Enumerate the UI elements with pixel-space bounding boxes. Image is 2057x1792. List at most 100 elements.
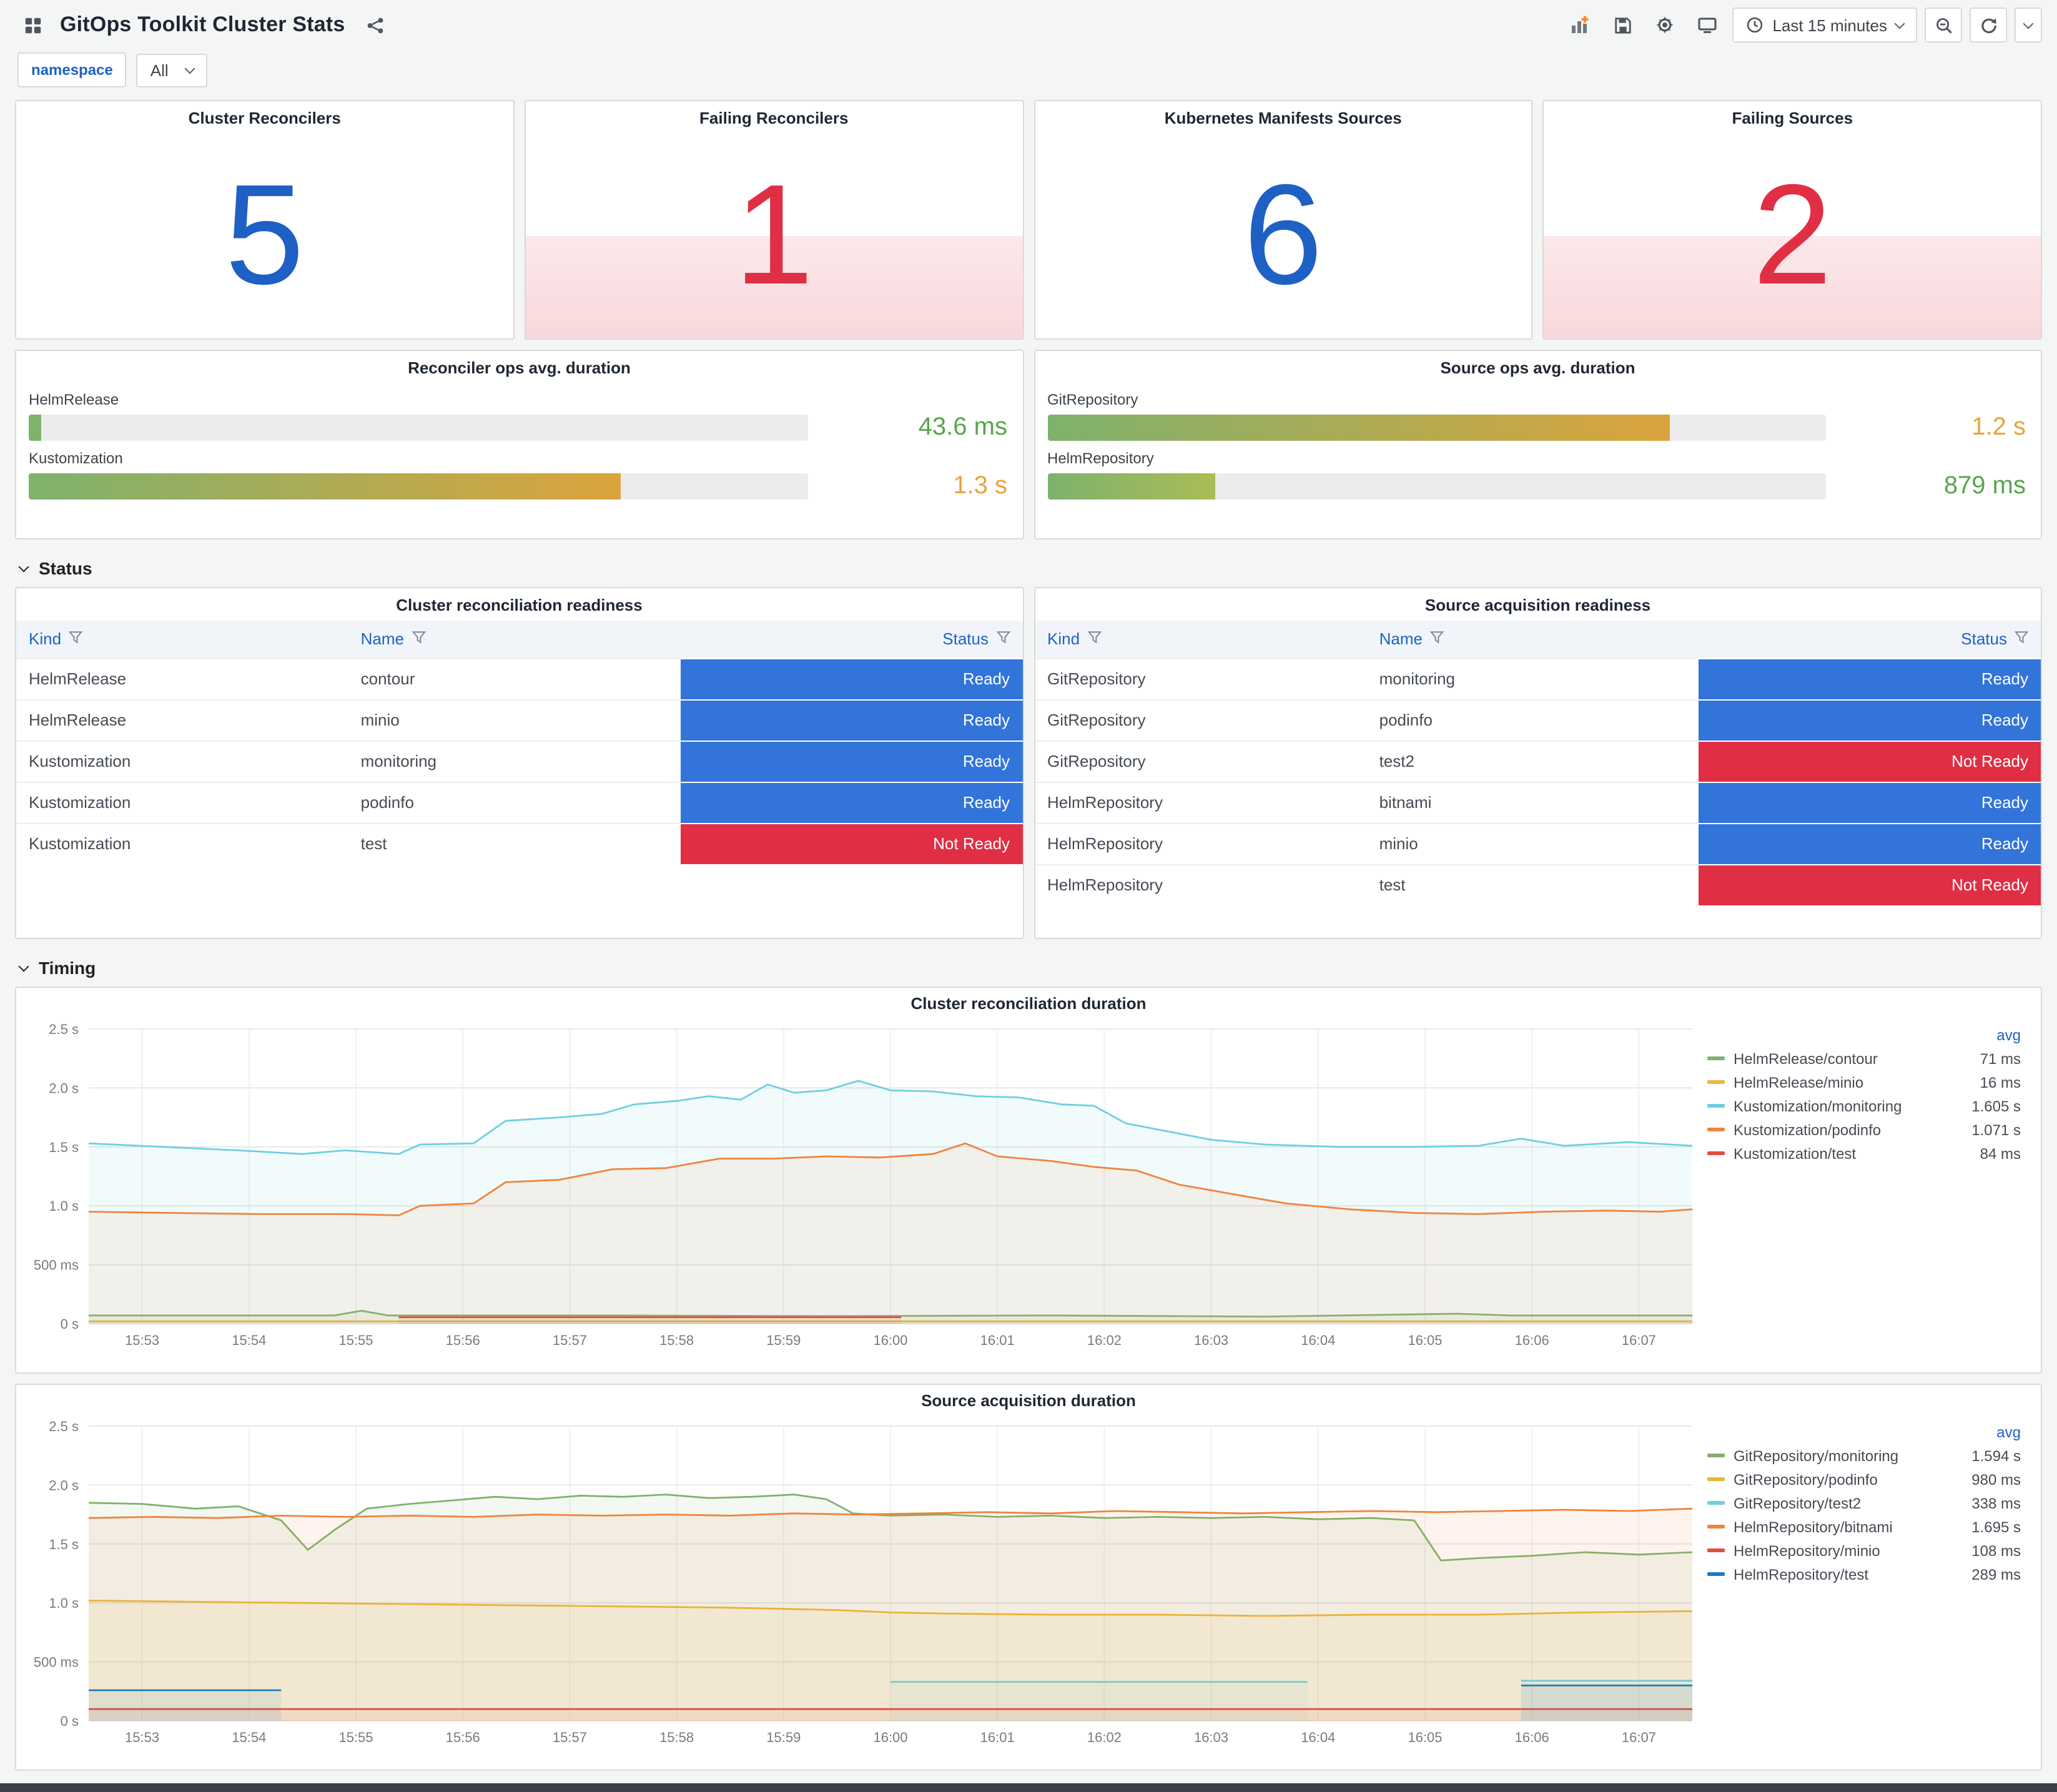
legend-item-gitrepository-podinfo[interactable]: GitRepository/podinfo 980 ms [1707,1467,2021,1491]
column-header-name[interactable]: Name [1366,621,1699,658]
legend-item-helmrelease-contour[interactable]: HelmRelease/contour 71 ms [1707,1046,2021,1070]
y-tick-label: 1.5 s [49,1140,79,1155]
series-area-helmrepository-bitnami [89,1509,1692,1721]
horizontal-scrollbar[interactable] [0,1783,2057,1792]
panel-title[interactable]: Source acquisition duration [16,1385,2041,1416]
section-row-timing[interactable]: Timing [15,949,2042,987]
chart-panel-source-acquisition-duration: Source acquisition duration 15:53 15:54 15:… [15,1384,2042,1771]
panel-title[interactable]: Source acquisition readiness [1035,588,2041,621]
column-header-label: Kind [1047,629,1080,649]
legend-series-name: HelmRepository/test [1734,1565,1869,1583]
save-dashboard-icon[interactable] [1605,7,1640,42]
column-header-kind[interactable]: Kind [16,621,348,658]
share-dashboard-icon[interactable] [357,7,392,42]
time-series-canvas[interactable]: 15:53 15:54 15:55 15:56 15:57 15:58 15:59 16:00… [26,1019,1702,1359]
section-row-status[interactable]: Status [15,549,2042,587]
legend-item-helmrepository-test[interactable]: HelmRepository/test 289 ms [1707,1562,2021,1586]
legend-series-swatch [1707,1572,1725,1576]
table-row: HelmRepository minio Ready [1035,822,2041,864]
column-header-status[interactable]: Status [1699,621,2041,658]
legend-series-name: HelmRepository/bitnami [1734,1518,1893,1535]
variable-namespace-select[interactable]: All [136,53,207,87]
legend-item-kustomization-podinfo[interactable]: Kustomization/podinfo 1.071 s [1707,1118,2021,1141]
panel-title[interactable]: Reconciler ops avg. duration [29,351,1010,383]
legend-item-helmrepository-minio[interactable]: HelmRepository/minio 108 ms [1707,1538,2021,1562]
time-series-plot[interactable]: 15:53 15:54 15:55 15:56 15:57 15:58 15:59 16:00… [26,1416,1702,1762]
refresh-interval-dropdown[interactable] [2015,7,2042,42]
legend-series-avg: 108 ms [1971,1542,2021,1559]
x-tick-label: 15:59 [766,1332,801,1348]
gauge-bar-track [1047,415,1826,441]
legend-series-name: Kustomization/test [1734,1145,1857,1162]
gauge-label: HelmRepository [1047,450,1154,467]
panel-title[interactable]: Failing Sources [1544,101,2041,134]
table-row: HelmRelease minio Ready [16,699,1022,741]
chevron-down-icon [18,960,29,972]
x-tick-label: 16:07 [1622,1332,1656,1348]
y-tick-label: 1.5 s [49,1537,79,1552]
time-series-plot[interactable]: 15:53 15:54 15:55 15:56 15:57 15:58 15:59 16:00… [26,1019,1702,1365]
panel-title[interactable]: Cluster reconciliation duration [16,988,2041,1019]
legend-series-swatch [1707,1080,1725,1084]
gauge-label: Kustomization [29,450,123,467]
column-header-label: Kind [29,629,62,649]
header-toolbar: Last 15 minutes [1562,7,2042,42]
legend-item-gitrepository-monitoring[interactable]: GitRepository/monitoring 1.594 s [1707,1444,2021,1467]
filter-funnel-icon[interactable] [68,630,83,649]
cell-kind: HelmRelease [16,699,348,741]
x-tick-label: 15:59 [766,1730,801,1745]
filter-funnel-icon[interactable] [2014,630,2029,649]
x-tick-label: 16:00 [873,1730,907,1745]
filter-funnel-icon[interactable] [1429,630,1444,649]
x-tick-label: 15:56 [446,1332,480,1348]
gauge-row-helmrelease: HelmRelease 43.6 ms [29,391,1010,442]
add-panel-icon[interactable] [1562,7,1597,42]
zoom-out-button[interactable] [1925,7,1962,42]
y-tick-label: 2.0 s [49,1477,79,1493]
filter-funnel-icon[interactable] [411,630,426,649]
x-tick-label: 16:04 [1301,1332,1335,1348]
panel-title[interactable]: Cluster Reconcilers [16,101,513,134]
time-range-picker[interactable]: Last 15 minutes [1732,7,1917,42]
filter-funnel-icon[interactable] [1087,630,1102,649]
chart-body: 15:53 15:54 15:55 15:56 15:57 15:58 15:59 16:00… [16,1416,2041,1770]
column-header-name[interactable]: Name [348,621,681,658]
time-series-canvas[interactable]: 15:53 15:54 15:55 15:56 15:57 15:58 15:59 16:00… [26,1416,1702,1756]
legend-avg-header[interactable]: avg [1707,1421,2021,1444]
legend-avg-header[interactable]: avg [1707,1024,2021,1046]
dashboard-settings-icon[interactable] [1647,7,1682,42]
series-area-helmrepository-test [89,1690,282,1721]
legend-series-avg: 980 ms [1971,1470,2021,1488]
chart-panels-column: Cluster reconciliation duration 15:53 15:5… [15,987,2042,1771]
x-tick-label: 16:02 [1087,1332,1122,1348]
x-tick-label: 15:58 [659,1730,694,1745]
gauge-value: 1.2 s [1971,413,2026,441]
stat-value: 5 [225,156,305,315]
cell-name: test [1366,864,1699,905]
panel-title[interactable]: Cluster reconciliation readiness [16,588,1022,621]
panel-title[interactable]: Kubernetes Manifests Sources [1035,101,1532,134]
filter-funnel-icon[interactable] [995,630,1010,649]
stat-panels-row: Cluster Reconcilers 5 Failing Reconcilers 1… [15,100,2042,340]
panel-title[interactable]: Failing Reconcilers [526,101,1023,134]
tv-mode-icon[interactable] [1690,7,1725,42]
x-tick-label: 15:54 [232,1730,266,1745]
dashboards-grid-icon[interactable] [15,7,50,42]
legend-item-helmrepository-bitnami[interactable]: HelmRepository/bitnami 1.695 s [1707,1515,2021,1538]
x-tick-label: 16:04 [1301,1730,1335,1745]
legend-item-helmrelease-minio[interactable]: HelmRelease/minio 16 ms [1707,1070,2021,1094]
legend-series-name: HelmRepository/minio [1734,1542,1880,1559]
stat-panel-kubernetes-manifests-sources: Kubernetes Manifests Sources 6 [1033,100,1533,340]
legend-item-gitrepository-test2[interactable]: GitRepository/test2 338 ms [1707,1491,2021,1515]
column-header-kind[interactable]: Kind [1035,621,1367,658]
gauge-panel-source-ops-avg-duration: Source ops avg. duration GitRepository 1.2… [1033,350,2042,539]
legend-item-kustomization-test[interactable]: Kustomization/test 84 ms [1707,1141,2021,1165]
column-header-status[interactable]: Status [680,621,1022,658]
cell-kind: HelmRepository [1035,864,1367,905]
legend-item-kustomization-monitoring[interactable]: Kustomization/monitoring 1.605 s [1707,1094,2021,1118]
refresh-button[interactable] [1970,7,2007,42]
legend-series-avg: 16 ms [1980,1073,2021,1091]
panel-title[interactable]: Source ops avg. duration [1047,351,2028,383]
gauge-bar-track [29,415,807,441]
cell-name: minio [1366,822,1699,864]
